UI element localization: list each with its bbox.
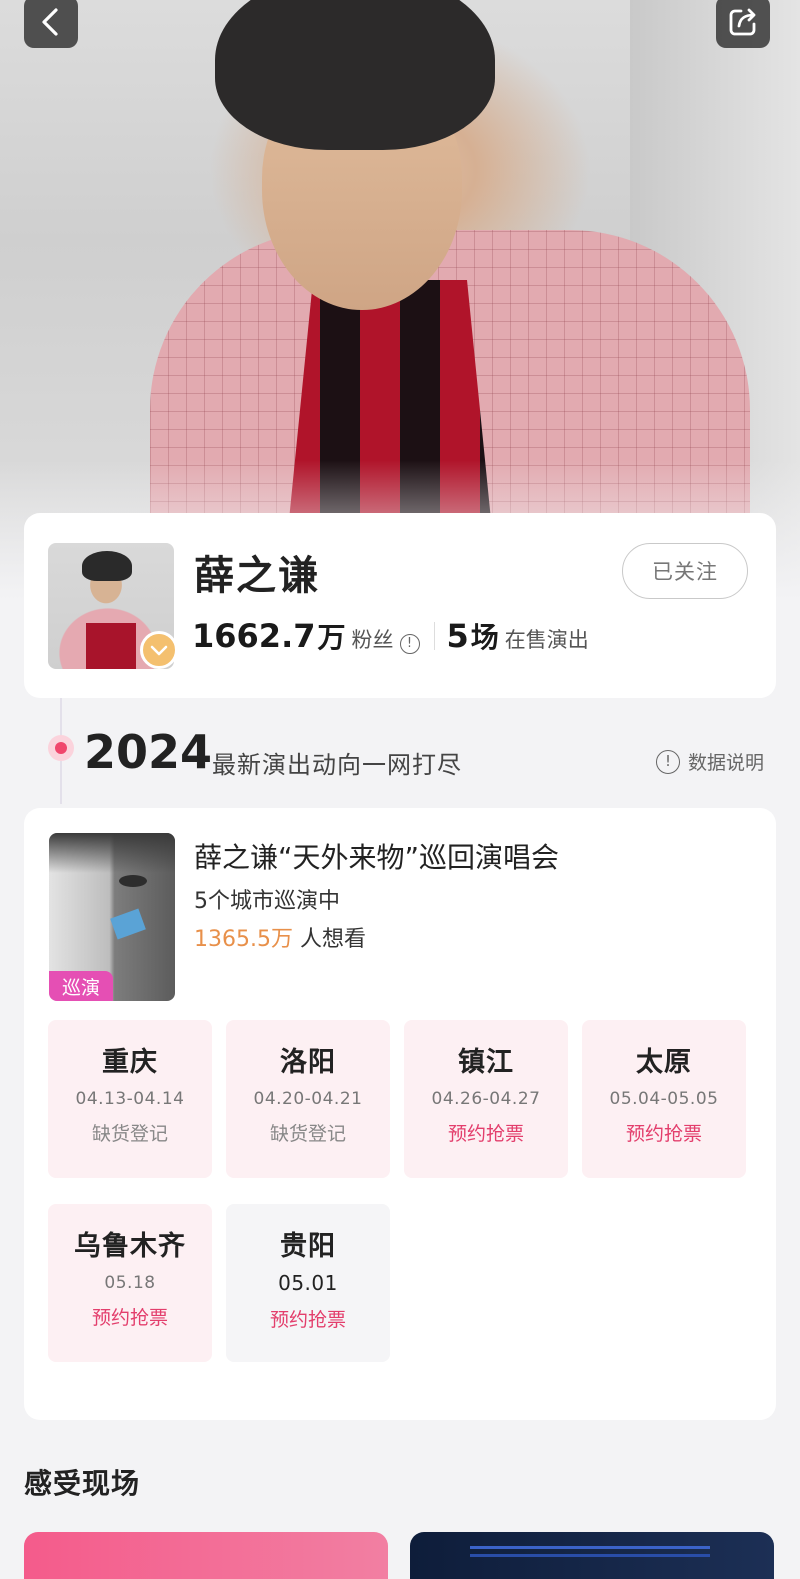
city-status: 预约抢票	[91, 1307, 168, 1329]
city-tile-taiyuan[interactable]: 太原 05.04-05.05 预约抢票	[582, 1020, 746, 1178]
city-date: 05.18	[104, 1273, 156, 1293]
city-status: 预约抢票	[447, 1123, 524, 1145]
city-date: 05.01	[278, 1271, 338, 1295]
city-name: 乌鲁木齐	[74, 1231, 186, 1262]
back-button[interactable]	[24, 0, 78, 48]
share-icon	[729, 8, 756, 36]
tour-card[interactable]: 巡演 薛之谦“天外来物”巡回演唱会 5个城市巡演中 1365.5万 人想看 重庆…	[24, 808, 776, 1420]
follow-button[interactable]: 已关注	[622, 543, 748, 599]
fans-unit: 万	[317, 621, 346, 654]
artist-name: 薛之谦	[194, 553, 320, 599]
artist-profile-card: 薛之谦 已关注 1662.7 万 粉丝 ! 5 场 在售演出	[24, 513, 776, 698]
live-section-title: 感受现场	[24, 1467, 141, 1500]
info-icon[interactable]: !	[399, 634, 420, 654]
city-name: 镇江	[458, 1047, 514, 1078]
fans-count: 1662.7	[192, 617, 316, 655]
city-name: 贵阳	[280, 1231, 336, 1262]
artist-hero-photo	[0, 0, 800, 600]
timeline-dot	[48, 735, 74, 761]
city-status: 缺货登记	[91, 1123, 168, 1145]
timeline-year: 2024	[84, 725, 213, 779]
city-status: 预约抢票	[269, 1309, 346, 1331]
want-label: 人想看	[299, 927, 366, 952]
tour-tag: 巡演	[49, 971, 113, 1001]
timeline-subtitle: 最新演出动向一网打尽	[212, 751, 462, 779]
city-tile-luoyang[interactable]: 洛阳 04.20-04.21 缺货登记	[226, 1020, 390, 1178]
city-status: 预约抢票	[625, 1123, 702, 1145]
city-tile-guiyang[interactable]: 贵阳 05.01 预约抢票	[226, 1204, 390, 1362]
tour-cities-text: 5个城市巡演中	[194, 889, 340, 914]
want-count: 1365.5万	[194, 927, 293, 952]
city-tile-chongqing[interactable]: 重庆 04.13-04.14 缺货登记	[48, 1020, 212, 1178]
artist-stats: 1662.7 万 粉丝 ! 5 场 在售演出	[192, 616, 589, 656]
check-badge-icon	[150, 645, 168, 656]
chevron-left-icon	[42, 8, 58, 36]
city-tile-zhenjiang[interactable]: 镇江 04.26-04.27 预约抢票	[404, 1020, 568, 1178]
data-note-link[interactable]: ! 数据说明	[656, 748, 764, 775]
city-name: 重庆	[102, 1047, 158, 1078]
city-date: 04.20-04.21	[253, 1089, 363, 1109]
city-date: 04.13-04.14	[75, 1089, 185, 1109]
city-date: 04.26-04.27	[431, 1089, 541, 1109]
live-card[interactable]	[410, 1532, 774, 1579]
shows-unit: 场	[470, 621, 499, 654]
info-icon: !	[656, 749, 680, 774]
stats-divider	[433, 622, 435, 650]
shows-count: 5	[446, 617, 469, 655]
tour-title[interactable]: 薛之谦“天外来物”巡回演唱会	[194, 836, 559, 876]
tour-poster[interactable]: 巡演	[49, 833, 175, 1001]
city-status: 缺货登记	[269, 1123, 346, 1145]
city-name: 太原	[636, 1047, 692, 1078]
city-name: 洛阳	[280, 1047, 336, 1078]
tour-want: 1365.5万 人想看	[194, 921, 366, 953]
live-card[interactable]	[24, 1532, 388, 1579]
fans-label: 粉丝	[351, 628, 394, 652]
share-button[interactable]	[716, 0, 770, 48]
verified-badge	[140, 631, 178, 669]
city-tile-urumqi[interactable]: 乌鲁木齐 05.18 预约抢票	[48, 1204, 212, 1362]
data-note-label: 数据说明	[688, 752, 765, 774]
shows-label: 在售演出	[504, 628, 589, 652]
city-date: 05.04-05.05	[609, 1089, 719, 1109]
